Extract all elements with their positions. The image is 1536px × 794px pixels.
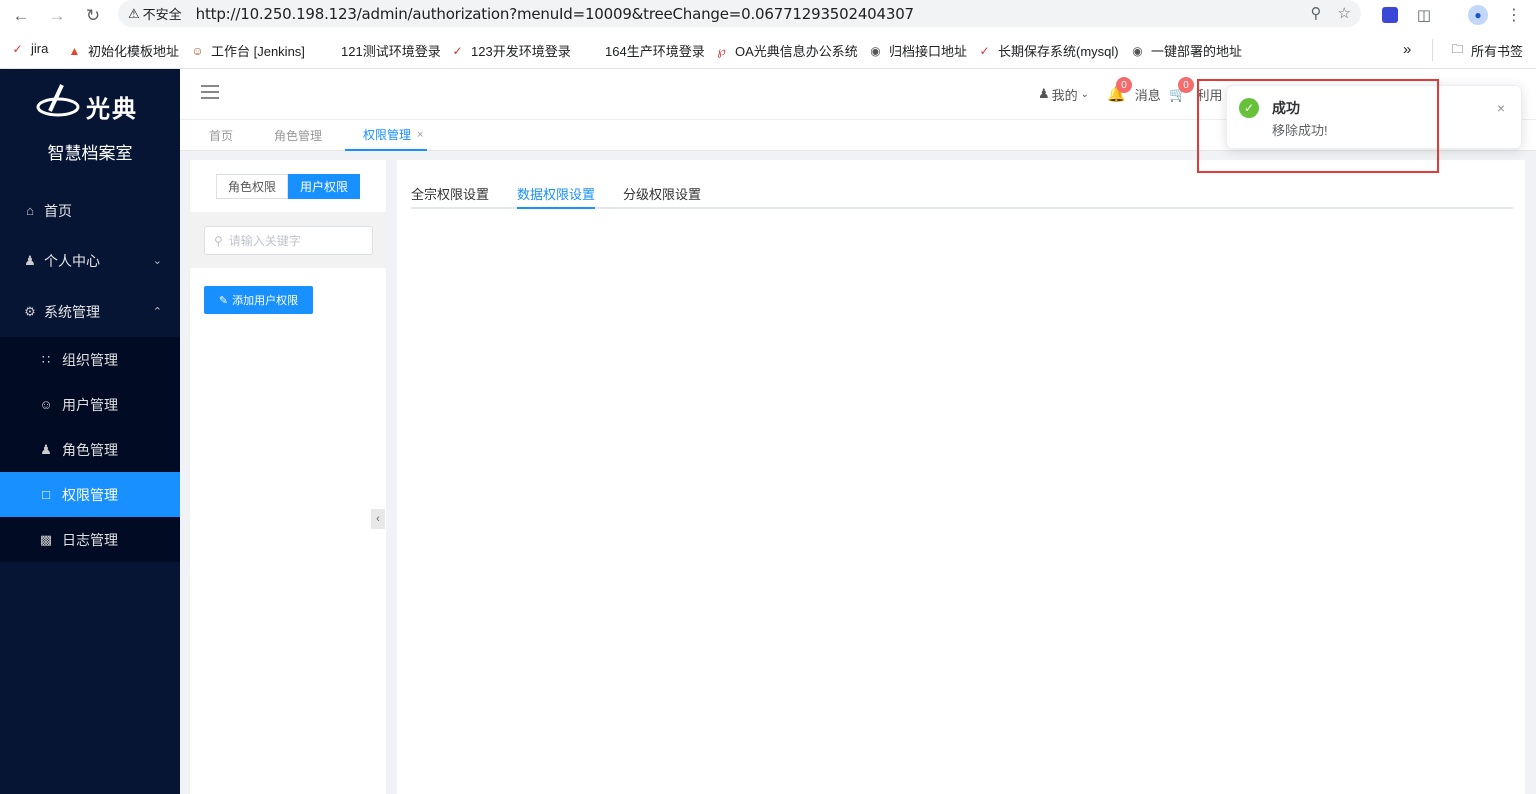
chevron-down-icon: ⌄ [1080,88,1090,100]
bookmark-164[interactable]: 164生产环境登录 [584,41,705,60]
tab-roles[interactable]: 角色管理 [274,120,322,151]
all-bookmarks[interactable]: 🗀 所有书签 [1450,41,1523,60]
jenkins-icon: ☺ [191,43,204,58]
more-bookmarks-icon[interactable]: » [1403,41,1411,58]
bookmark-icon: ✓ [452,43,463,58]
sidebar-item-permissions[interactable]: □ 权限管理 [0,472,180,517]
settings-tabs: 全宗权限设置 数据权限设置 分级权限设置 [411,180,1513,209]
bookmarks-bar: ✓ jira ▲ 初始化模板地址 ☺ 工作台 [Jenkins] 121测试环境登录 … [0,33,1536,69]
oa-icon: ℘ [717,43,726,58]
bookmark-jira[interactable]: ✓ jira [10,41,48,56]
tab-fonds-permission[interactable]: 全宗权限设置 [411,184,489,209]
url-text[interactable]: http://10.250.198.123/admin/authorizatio… [196,5,914,23]
gitlab-icon: ▲ [68,43,81,58]
sidebar-item-logs[interactable]: ▩ 日志管理 [0,517,180,562]
bookmark-121[interactable]: 121测试环境登录 [320,41,441,60]
reload-icon[interactable]: ↻ [80,3,106,29]
highlight-annotation [1197,79,1439,173]
cart-badge: 0 [1178,77,1194,93]
bookmark-oa[interactable]: ℘ OA光典信息办公系统 [714,41,857,60]
collapse-panel-icon[interactable]: ‹ [371,509,385,529]
bookmark-archive-api[interactable]: ◉ 归档接口地址 [868,41,967,60]
sidebar-item-org[interactable]: ∷ 组织管理 [0,337,180,382]
logo: 光典 [36,81,146,125]
warning-icon: ⚠ [128,5,140,21]
globe-icon: ◉ [1132,43,1143,58]
org-icon: ∷ [41,351,51,367]
chevron-up-icon: ⌃ [152,306,162,318]
globe-icon: ◉ [870,43,881,58]
sidebar-item-system[interactable]: ⚙ 系统管理 ⌃ [0,289,180,334]
sidebar-item-roles[interactable]: ♟ 角色管理 [0,427,180,472]
role-permission-toggle[interactable]: 角色权限 [216,174,288,199]
star-icon[interactable]: ☆ [1338,4,1351,22]
puzzle-icon[interactable]: ◫ [1412,3,1436,27]
user-group-icon: ♟ [24,252,36,268]
divider [1432,39,1433,61]
bookmark-jenkins[interactable]: ☺ 工作台 [Jenkins] [190,41,305,60]
profile-icon[interactable]: ● [1466,3,1490,27]
menu-toggle-icon[interactable] [201,85,219,99]
search-input[interactable]: ⚲ 请输入关键字 [204,226,373,255]
sidebar-item-users[interactable]: ☺ 用户管理 [0,382,180,427]
user-permission-toggle[interactable]: 用户权限 [288,174,360,199]
bookmark-icon: ✓ [12,41,23,56]
search-area: ⚲ 请输入关键字 [190,212,386,268]
permission-type-toggle: 角色权限 用户权限 [216,174,360,199]
chevron-down-icon: ⌄ [152,255,162,267]
search-icon: ⚲ [214,233,223,248]
tab-level-permission[interactable]: 分级权限设置 [623,184,701,209]
tab-home[interactable]: 首页 [209,120,233,151]
role-icon: ♟ [40,441,52,457]
security-indicator[interactable]: ⚠ 不安全 [128,4,182,23]
chart-icon: ▩ [39,531,53,547]
logo-text: 光典 [86,96,138,123]
back-icon[interactable]: ← [8,3,34,29]
zoom-icon[interactable]: ⚲ [1311,4,1322,22]
forward-icon[interactable]: → [44,3,70,29]
gear-icon: ⚙ [24,303,36,319]
browser-toolbar: ← → ↻ ⚠ 不安全 http://10.250.198.123/admin/… [0,0,1536,33]
messages-badge: 0 [1116,77,1132,93]
bookmark-icon: ✓ [979,43,990,58]
extension-icon[interactable] [1378,3,1402,27]
user-icon: ☺ [39,397,53,412]
sidebar: 光典 智慧档案室 ⌂ 首页 ♟ 个人中心 ⌄ ⚙ 系统管理 ⌃ ∷ 组织管理 ☺… [0,69,180,794]
user-icon: ♟ [1038,86,1050,101]
close-icon[interactable]: × [1497,100,1505,116]
folder-icon: 🗀 [1451,42,1464,56]
bookmark-template[interactable]: ▲ 初始化模板地址 [67,41,179,60]
brand-name: 智慧档案室 [47,144,133,163]
user-list-panel: 角色权限 用户权限 ⚲ 请输入关键字 ✎ 添加用户权限 [190,160,386,794]
main-area: ♟ 我的 ⌄ 🔔 消息 0 🛒 利用 0 首页 角色管理 权限管理 × 角色权限… [180,69,1536,794]
bookmark-123[interactable]: ✓ 123开发环境登录 [450,41,570,60]
mine-menu[interactable]: ♟ 我的 ⌄ [1038,69,1089,119]
permission-settings-panel: 全宗权限设置 数据权限设置 分级权限设置 [397,160,1525,794]
close-icon[interactable]: × [417,129,423,141]
tab-data-permission[interactable]: 数据权限设置 [517,184,596,209]
bookmark-longterm[interactable]: ✓ 长期保存系统(mysql) [977,41,1118,60]
edit-icon: ✎ [218,294,229,307]
tab-permissions[interactable]: 权限管理 × [345,120,427,151]
messages-button[interactable]: 🔔 消息 [1107,69,1161,119]
sidebar-item-personal[interactable]: ♟ 个人中心 ⌄ [0,238,180,283]
add-user-permission-button[interactable]: ✎ 添加用户权限 [204,286,313,314]
security-label: 不安全 [142,7,182,22]
bookmark-deploy[interactable]: ◉ 一键部署的地址 [1130,41,1242,60]
system-submenu: ∷ 组织管理 ☺ 用户管理 ♟ 角色管理 □ 权限管理 ▩ 日志管理 [0,337,180,562]
address-bar[interactable]: ⚠ 不安全 http://10.250.198.123/admin/author… [118,0,1361,27]
home-icon: ⌂ [26,203,34,218]
sidebar-item-home[interactable]: ⌂ 首页 [0,188,180,233]
kebab-menu-icon[interactable]: ⋮ [1502,3,1526,27]
folder-icon: □ [42,487,50,502]
